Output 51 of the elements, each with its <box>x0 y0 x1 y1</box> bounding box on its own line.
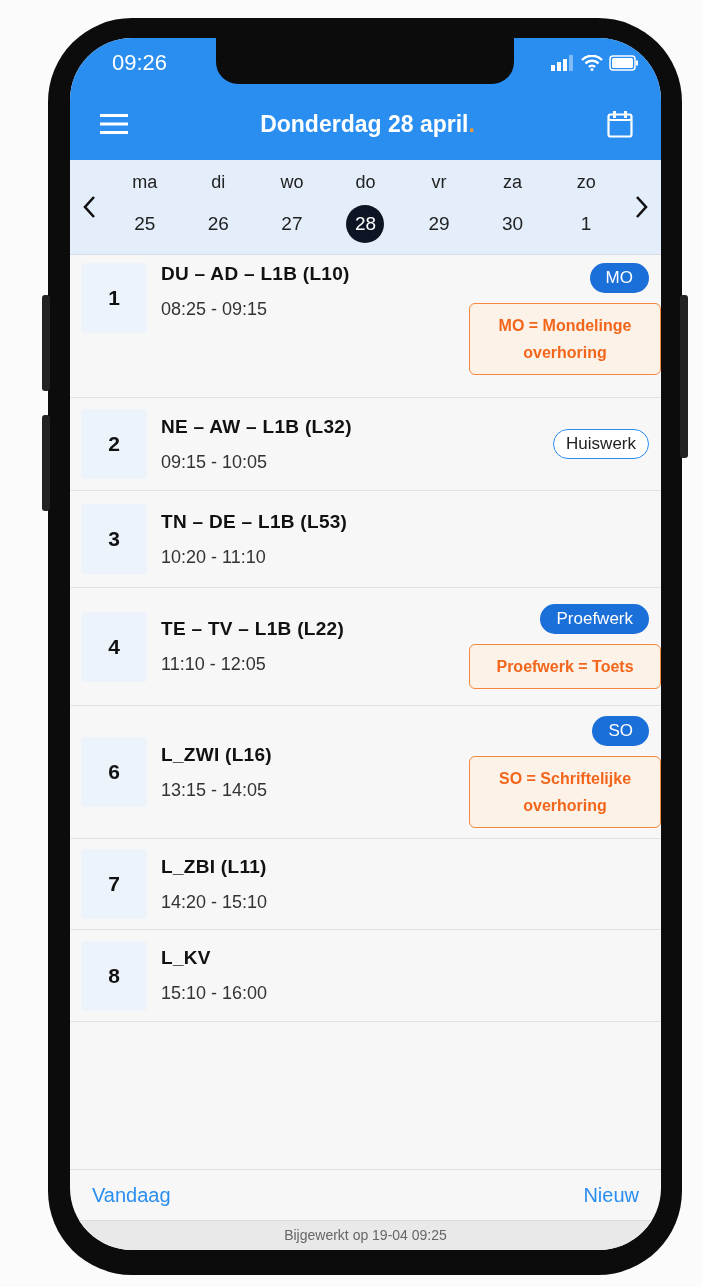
lesson-title[interactable]: NE – AW – L1B (L32) <box>161 415 554 438</box>
date-item[interactable]: 1 <box>567 204 606 243</box>
lesson-title[interactable]: L_ZWI (L16) <box>161 743 469 766</box>
period-number: 3 <box>81 504 147 574</box>
lesson-tag: SO <box>592 716 649 746</box>
lesson-time: 11:10 - 12:05 <box>161 654 267 675</box>
lesson-title[interactable]: TE – TV – L1B (L22) <box>161 618 469 640</box>
period-number: 8 <box>81 940 147 1011</box>
explanation-note: Proefwerk = Toets <box>469 644 661 689</box>
date-item[interactable]: 27 <box>272 204 311 243</box>
date-item[interactable]: 25 <box>125 204 164 243</box>
explanation-note: MO = Mondelinge overhoring <box>469 303 661 375</box>
weekday-label: za <box>503 171 523 193</box>
lesson-title[interactable]: L_ZBI (L11) <box>161 855 661 878</box>
date-item[interactable]: 26 <box>199 204 238 243</box>
weekday-label: vr <box>431 171 447 193</box>
lesson-time: 09:15 - 10:05 <box>161 451 269 473</box>
date-item[interactable]: 29 <box>420 204 459 243</box>
period-number: 6 <box>81 737 147 807</box>
lesson-title[interactable]: TN – DE – L1B (L53) <box>161 510 661 533</box>
weekday-label: wo <box>280 171 304 193</box>
page-title: Donderdag 28 april <box>260 110 469 138</box>
weekday-label: di <box>211 171 226 193</box>
status-time: 09:26 <box>112 50 168 76</box>
lesson-time: 13:15 - 14:05 <box>161 779 269 801</box>
title-dot: . <box>468 110 475 138</box>
lesson-tag: MO <box>589 263 649 293</box>
lesson-time: 14:20 - 15:10 <box>161 891 269 913</box>
lesson-time: 10:20 - 11:10 <box>161 546 267 568</box>
period-number: 7 <box>81 849 147 919</box>
lesson-time: 08:25 - 09:15 <box>161 299 269 320</box>
lesson-title[interactable]: L_KV <box>161 947 661 969</box>
last-updated-text: Bijgewerkt op 19-04 09:25 <box>284 1226 447 1243</box>
lesson-tag: Proefwerk <box>540 604 649 634</box>
lesson-title[interactable]: DU – AD – L1B (L10) <box>161 263 469 285</box>
weekday-label: ma <box>132 171 158 193</box>
explanation-note: SO = Schriftelijke overhoring <box>469 756 661 828</box>
menu-icon[interactable] <box>100 113 128 135</box>
period-number: 4 <box>81 611 147 682</box>
date-item[interactable]: 30 <box>493 204 532 243</box>
calendar-icon[interactable] <box>607 110 633 138</box>
lesson-time: 15:10 - 16:00 <box>161 983 269 1004</box>
signal-icon <box>551 55 575 71</box>
weekday-label: zo <box>576 171 596 193</box>
lesson-tag: Huiswerk <box>553 429 649 459</box>
wifi-icon <box>581 55 603 71</box>
weekday-label: do <box>355 171 376 193</box>
period-number: 1 <box>81 263 147 333</box>
date-item[interactable]: 28 <box>346 204 385 243</box>
period-number: 2 <box>81 409 147 479</box>
battery-icon <box>609 55 639 71</box>
